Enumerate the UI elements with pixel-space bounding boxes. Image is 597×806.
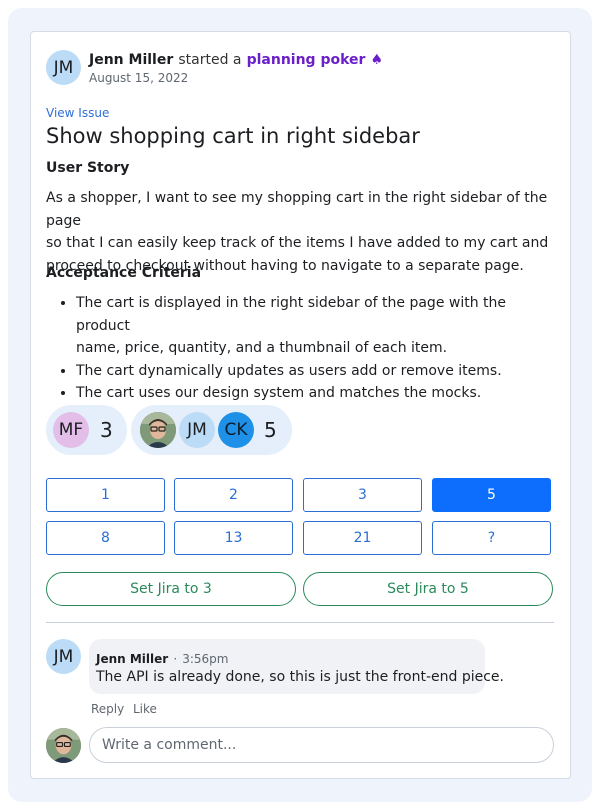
comment-time[interactable]: 3:56pm bbox=[182, 652, 228, 666]
person-photo-icon bbox=[46, 728, 81, 763]
user-story-line: so that I can easily keep track of the i… bbox=[46, 235, 549, 251]
acceptance-list: The cart is displayed in the right sideb… bbox=[46, 292, 561, 405]
comment-meta: Jenn Miller · 3:56pm bbox=[96, 648, 229, 667]
commenter-avatar-initials: JM bbox=[53, 646, 74, 667]
voter-avatar-photo[interactable] bbox=[140, 412, 176, 448]
acceptance-item: The cart is displayed in the right sideb… bbox=[76, 292, 561, 360]
voter-avatar-mf[interactable]: MF bbox=[53, 412, 89, 448]
planning-poker-link[interactable]: planning poker bbox=[247, 52, 366, 68]
like-link[interactable]: Like bbox=[133, 702, 157, 716]
comment-author[interactable]: Jenn Miller bbox=[96, 652, 168, 666]
user-story-heading: User Story bbox=[46, 160, 130, 176]
estimate-option-13[interactable]: 13 bbox=[174, 521, 293, 555]
acceptance-item-line: The cart is displayed in the right sideb… bbox=[76, 295, 507, 334]
estimate-option-2[interactable]: 2 bbox=[174, 478, 293, 512]
voter-initials: CK bbox=[224, 420, 248, 440]
estimate-option-unknown[interactable]: ? bbox=[432, 521, 551, 555]
person-photo-icon bbox=[140, 412, 176, 448]
author-avatar-initials: JM bbox=[53, 57, 74, 78]
activity-action: started a bbox=[178, 52, 242, 68]
comment-separator: · bbox=[173, 652, 178, 666]
estimate-option-1[interactable]: 1 bbox=[46, 478, 165, 512]
estimate-option-3[interactable]: 3 bbox=[303, 478, 422, 512]
voter-initials: JM bbox=[187, 420, 207, 440]
issue-title: Show shopping cart in right sidebar bbox=[46, 124, 420, 148]
comment-text: The API is already done, so this is just… bbox=[96, 669, 504, 685]
set-jira-3-button[interactable]: Set Jira to 3 bbox=[46, 572, 296, 606]
vote-value: 3 bbox=[100, 418, 113, 442]
voter-avatar-jm[interactable]: JM bbox=[179, 412, 215, 448]
acceptance-item: The cart uses our design system and matc… bbox=[76, 382, 561, 405]
divider bbox=[46, 622, 554, 623]
set-jira-5-button[interactable]: Set Jira to 5 bbox=[303, 572, 553, 606]
estimate-option-5[interactable]: 5 bbox=[432, 478, 551, 512]
current-user-avatar[interactable] bbox=[46, 728, 81, 763]
vote-value: 5 bbox=[264, 418, 277, 442]
estimate-option-21[interactable]: 21 bbox=[303, 521, 422, 555]
author-avatar[interactable]: JM bbox=[46, 50, 81, 85]
acceptance-heading: Acceptance Criteria bbox=[46, 265, 202, 281]
acceptance-item-line: name, price, quantity, and a thumbnail o… bbox=[76, 340, 448, 356]
reply-link[interactable]: Reply bbox=[91, 702, 124, 716]
view-issue-link[interactable]: View Issue bbox=[46, 106, 109, 120]
voter-initials: MF bbox=[58, 420, 84, 440]
estimate-option-8[interactable]: 8 bbox=[46, 521, 165, 555]
commenter-avatar[interactable]: JM bbox=[46, 639, 81, 674]
user-story-text: As a shopper, I want to see my shopping … bbox=[46, 187, 561, 277]
activity-date: August 15, 2022 bbox=[89, 71, 189, 85]
user-story-line: As a shopper, I want to see my shopping … bbox=[46, 190, 548, 229]
voter-avatar-ck[interactable]: CK bbox=[218, 412, 254, 448]
acceptance-item: The cart dynamically updates as users ad… bbox=[76, 360, 561, 383]
author-name[interactable]: Jenn Miller bbox=[89, 52, 173, 68]
spade-icon: ♠ bbox=[370, 52, 384, 68]
acceptance-item-line: The cart dynamically updates as users ad… bbox=[76, 362, 502, 379]
activity-header: Jenn Miller started a planning poker ♠ bbox=[89, 49, 383, 68]
acceptance-item-line: The cart uses our design system and matc… bbox=[76, 385, 482, 401]
comment-input[interactable] bbox=[89, 727, 554, 763]
